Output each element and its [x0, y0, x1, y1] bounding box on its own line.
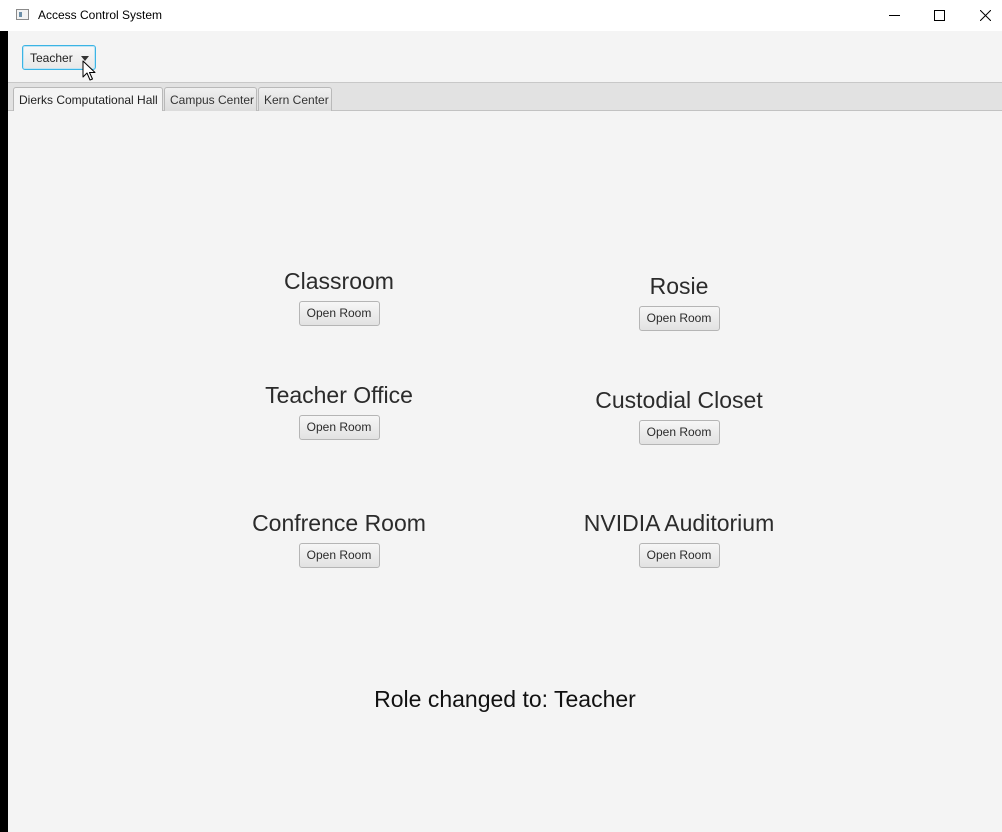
role-dropdown-value: Teacher: [30, 51, 73, 65]
tab-content: Classroom Open Room Rosie Open Room Teac…: [8, 111, 1002, 832]
open-room-button[interactable]: Open Room: [298, 543, 380, 568]
room-nvidia-auditorium: NVIDIA Auditorium Open Room: [549, 508, 809, 568]
tab-label: Campus Center: [170, 93, 255, 107]
room-name: Rosie: [649, 273, 709, 299]
close-button[interactable]: [962, 0, 1002, 31]
minimize-icon: [889, 15, 900, 16]
app-icon: [16, 9, 29, 20]
open-room-button[interactable]: Open Room: [638, 306, 720, 331]
mouse-cursor-icon: [82, 60, 96, 81]
maximize-button[interactable]: [916, 0, 962, 31]
room-teacher-office: Teacher Office Open Room: [209, 380, 469, 440]
room-classroom: Classroom Open Room: [209, 266, 469, 326]
open-room-button[interactable]: Open Room: [638, 543, 720, 568]
tab-label: Kern Center: [264, 93, 329, 107]
room-name: Teacher Office: [265, 382, 413, 408]
room-confrence-room: Confrence Room Open Room: [209, 508, 469, 568]
minimize-button[interactable]: [871, 0, 917, 31]
room-rosie: Rosie Open Room: [549, 271, 809, 331]
building-tabs: Dierks Computational Hall Campus Center …: [8, 83, 1002, 112]
open-room-button[interactable]: Open Room: [638, 420, 720, 445]
open-room-button[interactable]: Open Room: [298, 301, 380, 326]
room-name: NVIDIA Auditorium: [583, 510, 775, 536]
close-icon: [980, 10, 991, 21]
window-title: Access Control System: [38, 8, 163, 22]
open-room-button[interactable]: Open Room: [298, 415, 380, 440]
room-name: Classroom: [284, 268, 394, 294]
maximize-icon: [934, 10, 945, 21]
status-message: Role changed to: Teacher: [374, 686, 636, 712]
tab-label: Dierks Computational Hall: [19, 93, 158, 107]
tab-kern-center[interactable]: Kern Center: [258, 87, 332, 111]
title-bar: Access Control System: [0, 0, 1002, 31]
tab-dierks-computational-hall[interactable]: Dierks Computational Hall: [13, 87, 163, 112]
room-custodial-closet: Custodial Closet Open Room: [549, 385, 809, 445]
room-name: Custodial Closet: [595, 387, 763, 413]
room-name: Confrence Room: [252, 510, 426, 536]
window-edge: [0, 31, 8, 832]
toolbar: Teacher: [8, 31, 1002, 83]
tab-campus-center[interactable]: Campus Center: [164, 87, 257, 111]
